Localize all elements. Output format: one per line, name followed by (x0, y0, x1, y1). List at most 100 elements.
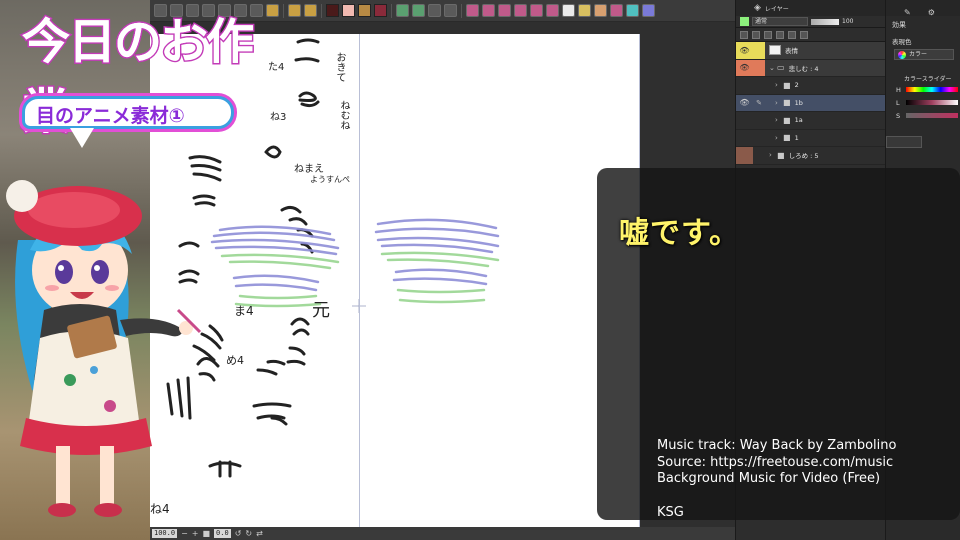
layers-icon[interactable]: ◈ (754, 3, 761, 13)
expression-color-value: カラー (909, 51, 928, 58)
layer-row[interactable]: › ■ 1a (736, 112, 885, 130)
hue-label: H (896, 85, 901, 94)
mask-icon[interactable] (788, 30, 796, 39)
pen-icon[interactable]: ✎ (753, 95, 765, 112)
color-swatch-2[interactable] (342, 4, 355, 17)
copy-icon[interactable] (444, 4, 457, 17)
opacity-30-button[interactable] (396, 4, 409, 17)
blur-icon[interactable] (594, 4, 607, 17)
toolbar-divider (391, 3, 392, 18)
settings-tab-icon[interactable]: ⚙ (928, 8, 935, 17)
rotate-left-icon[interactable]: ↺ (235, 529, 242, 538)
credit-line: Source: https://freetouse.com/music (657, 454, 894, 470)
play-icon[interactable] (482, 4, 495, 17)
opacity-slider[interactable] (811, 18, 839, 25)
brush-preset-icon[interactable] (466, 4, 479, 17)
saturation-slider[interactable] (906, 113, 958, 118)
folder-icon: ■ (783, 115, 791, 125)
visibility-eye-icon[interactable]: 👁 (736, 59, 753, 76)
layer-lock-icon[interactable] (753, 77, 765, 94)
gradient-icon[interactable] (626, 4, 639, 17)
chevron-right-icon[interactable]: › (775, 134, 781, 142)
effect-tab[interactable]: 効果 (886, 16, 960, 30)
current-color-swatch[interactable] (886, 136, 922, 148)
trash-icon[interactable] (428, 4, 441, 17)
credit-line: Background Music for Video (Free) (657, 471, 881, 486)
color-panel-tabs: ✎ ⚙ (886, 0, 960, 17)
visibility-eye-icon[interactable]: 👁 (736, 42, 753, 59)
chevron-down-icon[interactable]: ⌄ (769, 64, 775, 72)
blend-mode-select[interactable]: 通常 (752, 17, 808, 26)
checker-icon[interactable] (562, 4, 575, 17)
brush-tab-icon[interactable]: ✎ (904, 8, 911, 17)
crop-icon[interactable] (266, 4, 279, 17)
rotate-right-icon[interactable]: ↻ (245, 529, 252, 538)
angle-field[interactable]: 0.0 (214, 529, 231, 538)
hue-slider-row[interactable]: H (886, 83, 960, 96)
layer-name: 1 (794, 133, 799, 142)
layer-row[interactable]: 👁 ✎ › ■ 1b (736, 94, 885, 112)
hue-slider[interactable] (906, 87, 958, 92)
note-label: ねまえ (294, 164, 324, 175)
chevron-right-icon[interactable]: › (775, 81, 781, 89)
reference-icon[interactable] (752, 30, 760, 39)
clip-icon[interactable] (740, 30, 748, 39)
color-swatch-4[interactable] (374, 4, 387, 17)
note-label: 元 (312, 300, 330, 321)
folder-open-icon: ▭ (777, 63, 785, 73)
note-label: ねむね (338, 100, 349, 130)
effect-icon[interactable] (642, 4, 655, 17)
layer-lock-icon[interactable] (753, 42, 765, 59)
visibility-eye-icon[interactable] (736, 130, 753, 147)
ruler-icon[interactable] (530, 4, 543, 17)
filter-icon[interactable] (610, 4, 623, 17)
opacity-value[interactable]: 100 (842, 18, 853, 25)
color-wheel-icon (898, 51, 906, 59)
ruler-link-icon[interactable] (800, 30, 808, 39)
fill-color-icon[interactable] (578, 4, 591, 17)
opacity-100-button[interactable] (412, 4, 425, 17)
color-swatch-3[interactable] (358, 4, 371, 17)
layer-properties-row: 通常 100 (736, 16, 885, 28)
eraser-icon[interactable] (498, 4, 511, 17)
layer-order-icon[interactable] (288, 4, 301, 17)
layer-lock-icon[interactable] (753, 147, 765, 164)
visibility-eye-icon[interactable] (736, 147, 753, 164)
visibility-eye-icon[interactable]: 👁 (736, 95, 753, 112)
note-label: た4 (268, 62, 285, 73)
folder-icon: ■ (783, 133, 791, 143)
layer-row[interactable]: 👁 ⌄ ▭ 悲しむ : 4 (736, 59, 885, 77)
layer-row[interactable]: › ■ 1 (736, 130, 885, 147)
layer-lock-icon[interactable] (753, 112, 765, 129)
tab-layer[interactable]: レイヤー (765, 4, 789, 13)
expression-color-label: 表現色 (892, 38, 912, 46)
layer-color-indicator[interactable] (740, 17, 749, 26)
layer-name: 1a (794, 116, 803, 125)
chevron-right-icon[interactable]: › (769, 151, 775, 159)
subtitle-caption: 嘘です。 (619, 216, 740, 251)
layer-row[interactable]: 👁 表情 (736, 42, 885, 60)
text-icon[interactable] (546, 4, 559, 17)
color-swatch-1[interactable] (326, 4, 339, 17)
folder-icon: ■ (777, 150, 785, 160)
chevron-right-icon[interactable]: › (775, 99, 781, 107)
title-bubble-tail (70, 128, 94, 148)
layer-lock-icon[interactable] (753, 130, 765, 147)
chevron-right-icon[interactable]: › (775, 116, 781, 124)
music-credits: Music track: Way Back by Zambolino Sourc… (657, 438, 896, 521)
visibility-eye-icon[interactable] (736, 77, 753, 94)
lock-transparency-icon[interactable] (776, 30, 784, 39)
expression-color-select[interactable]: カラー (894, 49, 954, 60)
layer-name: 表情 (785, 47, 798, 56)
layer-row[interactable]: › ■ しろめ : 5 (736, 147, 885, 165)
layer-row[interactable]: › ■ 2 (736, 77, 885, 95)
blend-icon[interactable] (514, 4, 527, 17)
layer-lock-icon[interactable] (753, 59, 765, 76)
lightness-slider[interactable] (906, 100, 958, 105)
layer-group-icon[interactable] (304, 4, 317, 17)
visibility-eye-icon[interactable] (736, 112, 753, 129)
saturation-slider-row[interactable]: S (886, 109, 960, 122)
lock-icon[interactable] (764, 30, 772, 39)
flip-icon[interactable]: ⇄ (256, 529, 263, 538)
lightness-slider-row[interactable]: L (886, 96, 960, 109)
